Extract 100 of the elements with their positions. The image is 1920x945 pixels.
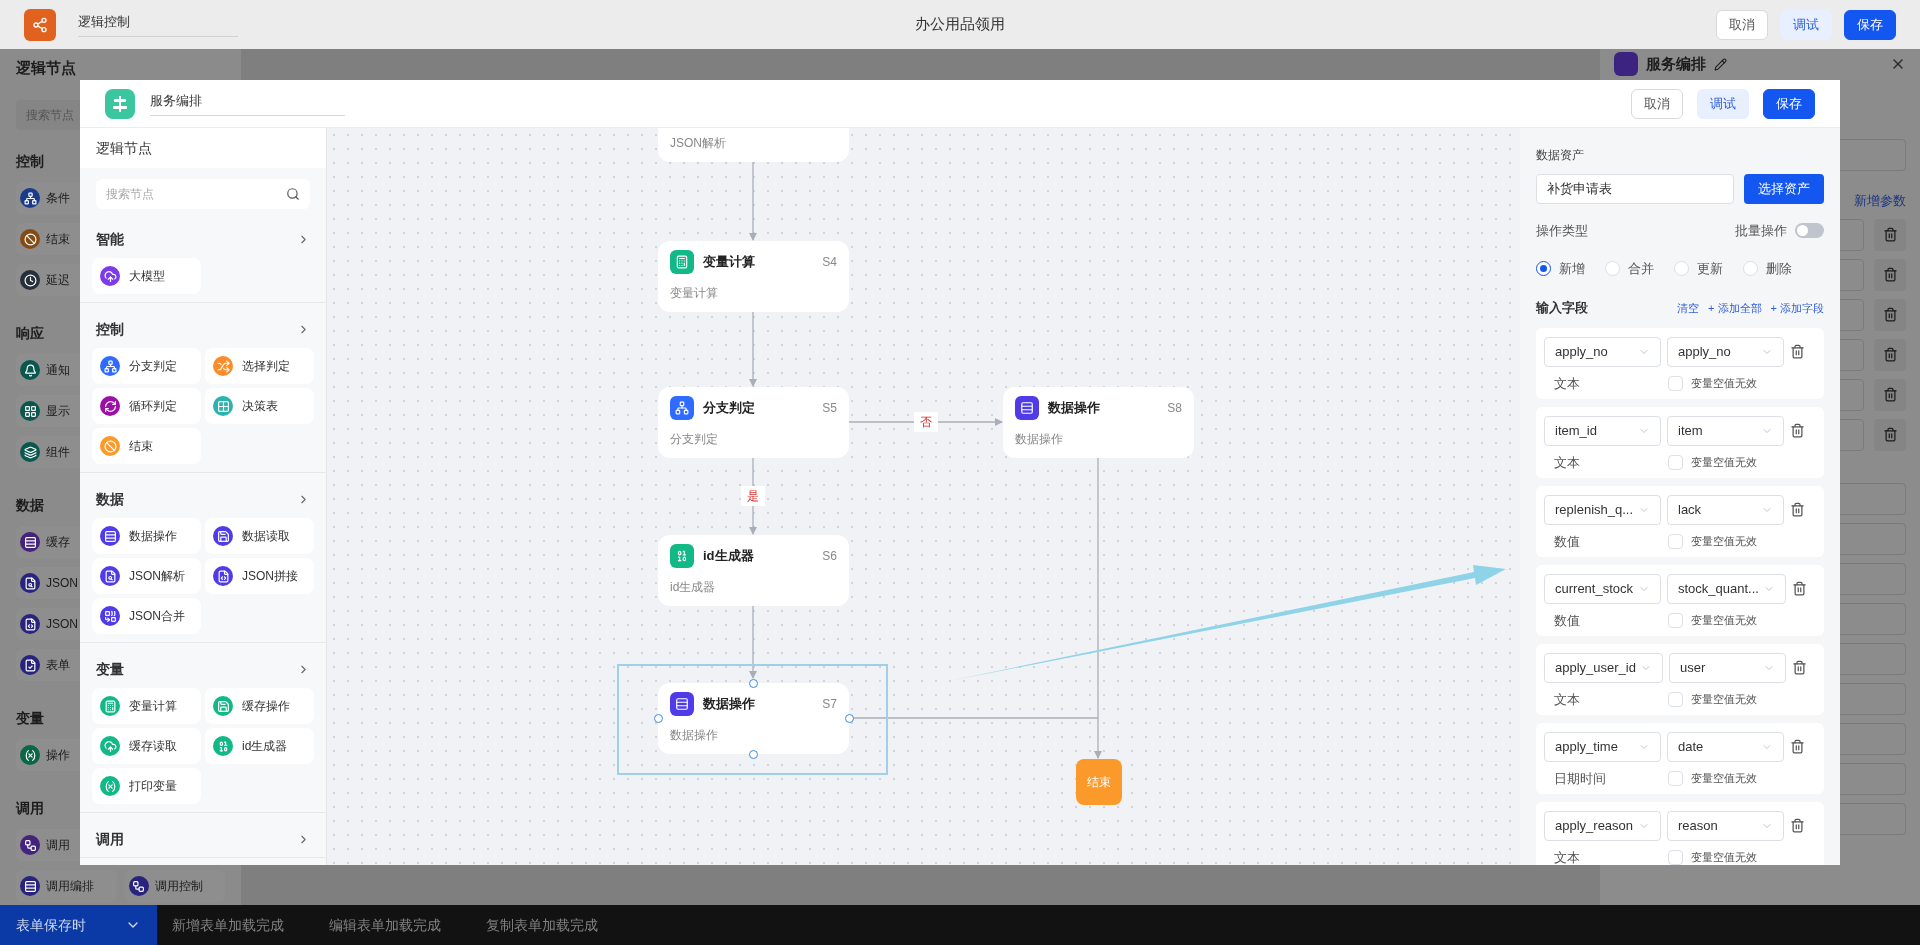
select-field[interactable]: item — [1667, 415, 1784, 446]
connection-handle[interactable] — [748, 749, 758, 759]
node-item[interactable]: 变量计算 — [92, 688, 201, 724]
node-item[interactable]: 缓存读取 — [92, 728, 201, 764]
event-tab[interactable]: 复制表单加载完成 — [471, 905, 628, 945]
checkbox-label: 变量空值无效 — [1691, 692, 1757, 708]
group-label: 调用 — [96, 829, 124, 849]
trash-icon[interactable] — [1790, 502, 1805, 517]
select-field[interactable]: item_id — [1544, 415, 1661, 446]
pencil-icon[interactable] — [1714, 57, 1727, 71]
group-label: 控制 — [16, 151, 44, 171]
node-item[interactable]: 分支判定 — [92, 348, 201, 384]
delete-button[interactable] — [1874, 258, 1906, 291]
checkbox[interactable] — [1668, 692, 1683, 707]
checkbox[interactable] — [1668, 534, 1683, 549]
operation-radio[interactable]: 合并 — [1605, 258, 1654, 278]
delete-button[interactable] — [1874, 218, 1906, 251]
trash-icon[interactable] — [1790, 818, 1805, 833]
node-title: 分支判定 — [703, 399, 755, 418]
select-field[interactable]: reason — [1667, 810, 1784, 841]
group-label: 控制 — [96, 319, 124, 339]
page-title: 办公用品领用 — [915, 14, 1005, 35]
delete-button[interactable] — [1874, 298, 1906, 331]
node-subtitle: 数据操作 — [1015, 431, 1064, 448]
checkbox-label: 变量空值无效 — [1691, 771, 1757, 787]
asset-field[interactable]: 补货申请表 — [1536, 174, 1734, 204]
trash-icon[interactable] — [1790, 739, 1805, 754]
checkbox[interactable] — [1668, 771, 1683, 786]
action-link[interactable]: + 添加字段 — [1770, 299, 1824, 316]
trash-icon — [1882, 227, 1898, 242]
node-item[interactable]: JSON合并 — [92, 598, 201, 634]
node-item[interactable]: id生成器 — [205, 728, 314, 764]
node-title: 变量计算 — [703, 253, 755, 272]
flow-node[interactable]: JSON解析 — [658, 128, 849, 162]
trash-icon[interactable] — [1791, 581, 1807, 596]
node-item[interactable]: JSON拼接 — [205, 558, 314, 594]
debug-button[interactable]: 调试 — [1697, 88, 1749, 119]
node-item[interactable]: 数据读取 — [205, 518, 314, 554]
select-field[interactable]: apply_user_id — [1544, 652, 1663, 683]
operation-radio[interactable]: 删除 — [1743, 258, 1792, 278]
node-item[interactable]: 选择判定 — [205, 348, 314, 384]
flow-node[interactable]: 数据操作 S7 数据操作 — [658, 683, 849, 754]
connection-handle[interactable] — [653, 713, 663, 723]
flow-node[interactable]: 数据操作 S8 数据操作 — [1003, 387, 1194, 458]
operation-radio[interactable]: 更新 — [1674, 258, 1723, 278]
group-label: 变量 — [16, 708, 44, 728]
event-tab[interactable]: 表单保存时 — [0, 905, 157, 945]
save-button[interactable]: 保存 — [1763, 88, 1815, 119]
node-subtitle: 分支判定 — [670, 431, 719, 448]
event-tab[interactable]: 新增表单加载完成 — [157, 905, 314, 945]
type-label: 日期时间 — [1553, 769, 1607, 788]
trash-icon[interactable] — [1790, 344, 1805, 359]
operation-radio[interactable]: 新增 — [1536, 258, 1585, 278]
type-label: 文本 — [1553, 374, 1581, 393]
node-item[interactable]: 缓存操作 — [205, 688, 314, 724]
node-item[interactable]: 循环判定 — [92, 388, 201, 424]
debug-button[interactable]: 调试 — [1780, 9, 1832, 40]
save-button[interactable]: 保存 — [1844, 9, 1896, 40]
cancel-button[interactable]: 取消 — [1716, 9, 1768, 40]
select-field[interactable]: apply_reason — [1544, 810, 1661, 841]
node-item[interactable]: 决策表 — [205, 388, 314, 424]
batch-toggle[interactable] — [1795, 223, 1824, 239]
node-item[interactable]: JSON解析 — [92, 558, 201, 594]
connection-handle[interactable] — [748, 678, 758, 688]
select-asset-button[interactable]: 选择资产 — [1744, 174, 1824, 204]
checkbox[interactable] — [1668, 376, 1683, 391]
node-item[interactable]: 大模型 — [92, 258, 201, 294]
node-item[interactable]: 结束 — [92, 428, 201, 464]
select-field[interactable]: apply_time — [1544, 731, 1661, 762]
checkbox[interactable] — [1668, 850, 1683, 865]
flow-node[interactable]: id生成器 S6 id生成器 — [658, 535, 849, 606]
checkbox[interactable] — [1668, 455, 1683, 470]
delete-button[interactable] — [1874, 378, 1906, 411]
node-item[interactable]: 打印变量 — [92, 768, 201, 804]
select-field[interactable]: apply_no — [1544, 336, 1661, 367]
delete-button[interactable] — [1874, 418, 1906, 451]
select-field[interactable]: stock_quant... — [1667, 573, 1786, 604]
action-link[interactable]: 清空 — [1677, 299, 1700, 316]
select-field[interactable]: current_stock — [1544, 573, 1661, 604]
select-field[interactable]: replenish_q... — [1544, 494, 1661, 525]
connection-handle[interactable] — [844, 713, 854, 723]
name-field[interactable]: 服务编排 — [150, 91, 345, 116]
select-field[interactable]: date — [1667, 731, 1784, 762]
action-link[interactable]: + 添加全部 — [1708, 299, 1762, 316]
select-field[interactable]: apply_no — [1667, 336, 1784, 367]
flow-node[interactable]: 分支判定 S5 分支判定 — [658, 387, 849, 458]
cancel-button[interactable]: 取消 — [1631, 88, 1683, 119]
node-item[interactable]: 数据操作 — [92, 518, 201, 554]
name-field[interactable]: 逻辑控制 — [78, 12, 238, 37]
section-title: 输入字段 — [1536, 299, 1588, 317]
checkbox[interactable] — [1668, 613, 1683, 628]
trash-icon[interactable] — [1791, 660, 1807, 675]
trash-icon[interactable] — [1790, 423, 1805, 438]
select-field[interactable]: user — [1668, 652, 1786, 683]
checkbox-label: 变量空值无效 — [1691, 534, 1757, 550]
drawer-title: 服务编排 — [1646, 53, 1706, 74]
delete-button[interactable] — [1874, 338, 1906, 371]
event-tab[interactable]: 编辑表单加载完成 — [314, 905, 471, 945]
select-field[interactable]: lack — [1667, 494, 1784, 525]
flow-node[interactable]: 变量计算 S4 变量计算 — [658, 241, 849, 312]
